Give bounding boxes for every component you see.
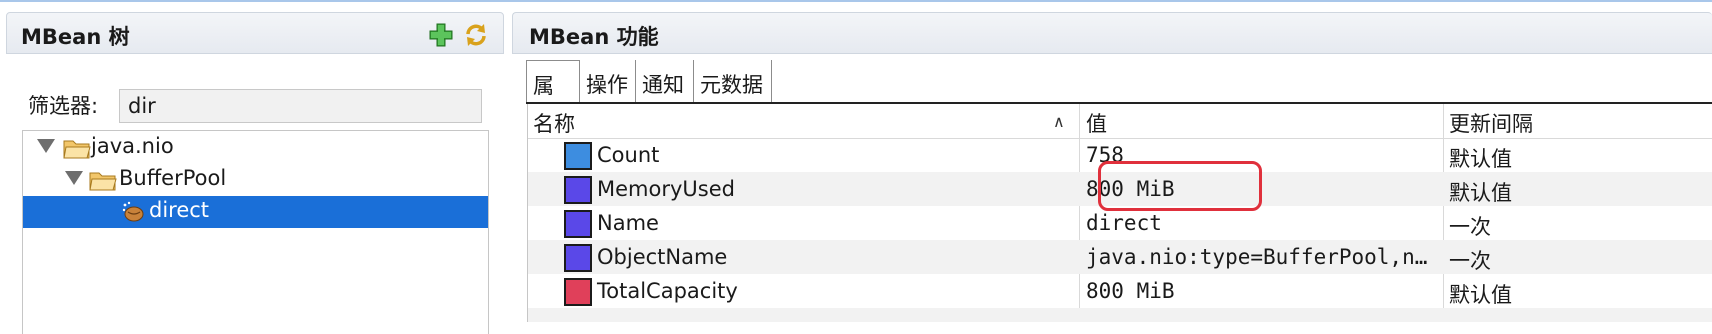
tab-metadata[interactable]: 元数据 [694,60,772,102]
attribute-name: TotalCapacity [597,279,738,303]
tree-node-direct[interactable]: direct [23,196,488,228]
tab-notifications[interactable]: 通知 [636,60,694,102]
tab-attributes[interactable]: 属性 [526,60,580,128]
mbean-tree-panel: MBean 树 筛选器: java.nio [0,12,506,334]
attribute-value: direct [1086,211,1162,235]
panel-title: MBean 树 [21,25,130,49]
attribute-refresh: 默认值 [1449,147,1512,171]
filter-input[interactable] [119,89,482,123]
attribute-refresh: 默认值 [1449,181,1512,205]
folder-icon [63,140,91,159]
attribute-type-icon [564,244,592,272]
column-header-refresh[interactable]: 更新间隔 [1449,108,1533,138]
table-header: 名称 ∧ 值 更新间隔 [528,104,1712,139]
mbean-features-header: MBean 功能 [512,12,1712,54]
folder-icon [89,172,117,191]
column-header-name[interactable]: 名称 [533,108,575,138]
tree-node-label: java.nio [91,134,174,158]
tree-node-bufferpool[interactable]: BufferPool [23,164,488,196]
attribute-value: 800 MiB [1086,279,1175,303]
expand-arrow-icon[interactable] [65,171,83,185]
attribute-type-icon [564,278,592,306]
attribute-type-icon [564,176,592,204]
panel-title: MBean 功能 [529,25,659,49]
table-row[interactable]: TotalCapacity 800 MiB 默认值 [528,274,1712,308]
tree-node-label: BufferPool [119,166,227,190]
attribute-type-icon [564,210,592,238]
tree-node-java-nio[interactable]: java.nio [23,132,488,164]
table-row-empty [528,308,1712,322]
mbean-tree: java.nio BufferPool direct [22,130,489,334]
attribute-name: ObjectName [597,245,728,269]
table-row[interactable]: Name direct 一次 [528,206,1712,240]
plus-icon[interactable] [428,22,454,48]
refresh-icon[interactable] [463,22,489,48]
attribute-refresh: 一次 [1449,215,1491,239]
attribute-name: Count [597,143,660,167]
table-row[interactable]: ObjectName java.nio:type=BufferPool,n… 一… [528,240,1712,274]
attribute-refresh: 一次 [1449,249,1491,273]
bean-icon [122,201,144,222]
window-top-border [0,0,1712,2]
sort-ascending-icon[interactable]: ∧ [1053,112,1065,131]
tab-operations[interactable]: 操作 [580,60,636,102]
tree-node-label: direct [149,198,210,222]
mbean-tree-header: MBean 树 [6,12,504,54]
attribute-name: MemoryUsed [597,177,735,201]
expand-arrow-icon[interactable] [37,139,55,153]
attribute-type-icon [564,142,592,170]
filter-label: 筛选器: [28,94,99,118]
column-header-value[interactable]: 值 [1086,108,1107,138]
annotation-highlight-box [1098,161,1262,211]
attribute-name: Name [597,211,659,235]
attributes-table: 名称 ∧ 值 更新间隔 Count 758 默认值 MemoryUsed 800… [527,104,1712,322]
attribute-refresh: 默认值 [1449,283,1512,307]
attribute-value: java.nio:type=BufferPool,n… [1086,245,1428,269]
